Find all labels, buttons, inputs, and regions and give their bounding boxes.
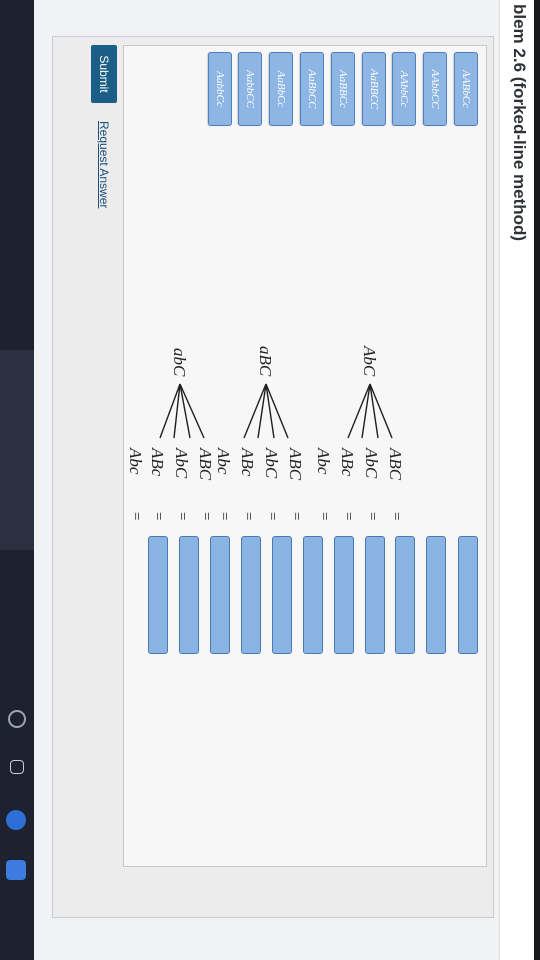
answer-option[interactable]: AabbCC xyxy=(238,52,262,126)
fork-parent: aBC xyxy=(256,346,275,377)
equals-sign: = xyxy=(316,512,332,520)
equals-sign: = xyxy=(150,512,166,520)
gamete-label: ABc xyxy=(238,447,257,477)
answer-drop-slot[interactable] xyxy=(148,536,168,654)
equals-sign: = xyxy=(264,512,280,520)
answer-drop-slot[interactable] xyxy=(426,536,446,654)
gamete-label: Abc xyxy=(214,447,233,475)
equals-sign: = xyxy=(388,512,404,520)
equals-sign: = xyxy=(198,512,214,520)
forked-line-diagram: AbC aBC abC ABC AbC ABc Abc ABC AbC ABc … xyxy=(126,345,405,520)
answer-option[interactable]: AABbCc xyxy=(454,52,478,126)
equals-sign: = xyxy=(340,512,356,520)
device-bezel xyxy=(0,0,34,960)
answer-drop-slot[interactable] xyxy=(210,536,230,654)
fork-parent: abC xyxy=(170,348,189,377)
fork-line xyxy=(179,383,205,439)
answer-option[interactable]: AAbbCC xyxy=(423,52,447,126)
gamete-label: ABC xyxy=(286,447,305,481)
answer-drop-slot[interactable] xyxy=(272,536,292,654)
equals-sign: = xyxy=(128,512,144,520)
equals-sign: = xyxy=(364,512,380,520)
answer-drop-slot[interactable] xyxy=(395,536,415,654)
answer-option[interactable]: AabbCc xyxy=(208,52,232,126)
circle-icon[interactable] xyxy=(8,710,26,728)
screen: blem 2.6 (forked-line method) AbC aBC ab… xyxy=(0,0,540,960)
answer-option[interactable]: AaBBCc xyxy=(331,52,355,126)
answer-option[interactable]: AaBBCC xyxy=(362,52,386,126)
fork-parent: AbC xyxy=(360,345,379,377)
app-icon[interactable] xyxy=(6,860,26,880)
answer-option[interactable]: AaBbCc xyxy=(269,52,293,126)
gamete-label: ABC xyxy=(386,447,405,481)
browser-icon[interactable] xyxy=(6,810,26,830)
request-answer-link[interactable]: Request Answer xyxy=(97,121,111,208)
gamete-label: AbC xyxy=(262,447,281,479)
gamete-label: ABc xyxy=(148,447,167,477)
submit-button[interactable]: Submit xyxy=(91,45,117,103)
gamete-label: ABc xyxy=(338,447,357,477)
gamete-label: Abc xyxy=(126,447,145,475)
drag-drop-panel: AbC aBC abC ABC AbC ABc Abc ABC AbC ABc … xyxy=(123,45,487,867)
equals-sign: = xyxy=(240,512,256,520)
window-icon[interactable] xyxy=(10,760,24,774)
answer-drop-slot[interactable] xyxy=(241,536,261,654)
answer-drop-slot[interactable] xyxy=(365,536,385,654)
problem-title: blem 2.6 (forked-line method) xyxy=(510,4,529,242)
workspace: AbC aBC abC ABC AbC ABc Abc ABC AbC ABc … xyxy=(52,36,494,918)
answer-option[interactable]: AAbbCc xyxy=(392,52,416,126)
equals-sign: = xyxy=(216,512,232,520)
fork-line xyxy=(179,383,191,439)
problem-page: blem 2.6 (forked-line method) AbC aBC ab… xyxy=(34,0,534,960)
answer-drop-slot[interactable] xyxy=(303,536,323,654)
gamete-label: ABC xyxy=(196,447,215,481)
gamete-label: AbC xyxy=(362,447,381,479)
answer-drop-slot[interactable] xyxy=(179,536,199,654)
answer-drop-slot[interactable] xyxy=(334,536,354,654)
gamete-label: Abc xyxy=(314,447,333,475)
gamete-label: AbC xyxy=(172,447,191,479)
equals-sign: = xyxy=(288,512,304,520)
problem-header: blem 2.6 (forked-line method) xyxy=(499,0,534,960)
answer-option[interactable]: AaBbCC xyxy=(300,52,324,126)
answer-drop-slot[interactable] xyxy=(458,536,478,654)
equals-sign: = xyxy=(174,512,190,520)
side-toolbar xyxy=(0,350,34,880)
